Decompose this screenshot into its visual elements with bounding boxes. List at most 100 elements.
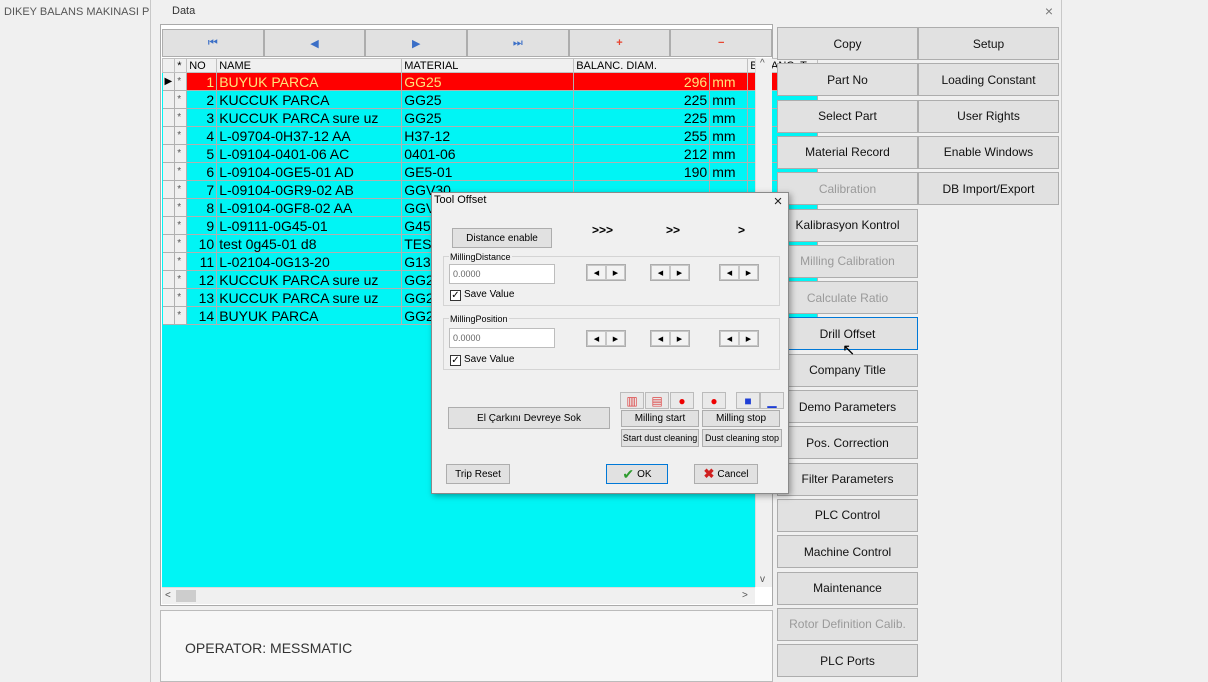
position-spin-medium[interactable]: ◀ ▶ bbox=[650, 330, 690, 347]
right-button-milling-calibration[interactable]: Milling Calibration bbox=[777, 244, 918, 278]
scroll-thumb[interactable] bbox=[176, 590, 196, 602]
milling-position-input[interactable]: 0.0000 bbox=[449, 328, 555, 348]
horizontal-scrollbar[interactable]: < > bbox=[162, 587, 755, 604]
cell-no[interactable]: 11 bbox=[186, 252, 218, 271]
right-button-user-rights[interactable]: User Rights bbox=[918, 99, 1059, 133]
cell-unit[interactable]: mm bbox=[709, 108, 749, 127]
start-dust-cleaning-button[interactable]: Start dust cleaning bbox=[621, 429, 699, 447]
grid-header-diam[interactable]: BALANC. DIAM. bbox=[573, 58, 749, 73]
position-spin-slow[interactable]: ◀ ▶ bbox=[719, 330, 759, 347]
milling-start-button[interactable]: Milling start bbox=[621, 410, 699, 427]
cell-unit[interactable]: mm bbox=[709, 126, 749, 145]
milling-position-save-checkbox[interactable]: ✓ bbox=[450, 355, 461, 366]
window-close-button[interactable]: × bbox=[1040, 2, 1058, 20]
cell-diam[interactable]: 255 bbox=[573, 126, 711, 145]
table-row[interactable]: * 6 L-09104-0GE5-01 AD GE5-01 190 mm bbox=[162, 162, 819, 181]
right-button-plc-control[interactable]: PLC Control bbox=[777, 498, 918, 532]
next-record-button[interactable]: ▶ bbox=[365, 29, 468, 57]
cell-diam[interactable]: 225 bbox=[573, 90, 711, 109]
dust-cleaning-stop-button[interactable]: Dust cleaning stop bbox=[702, 429, 782, 447]
drill-yellow-icon[interactable]: ▤ bbox=[645, 392, 669, 409]
trip-reset-button[interactable]: Trip Reset bbox=[446, 464, 510, 484]
left-arrow-icon[interactable]: ◀ bbox=[587, 265, 606, 280]
blue-line-icon[interactable]: ▁ bbox=[760, 392, 784, 409]
scroll-down-icon[interactable]: v bbox=[760, 574, 765, 585]
cell-material[interactable]: H37-12 bbox=[401, 126, 575, 145]
cell-name[interactable]: KUCCUK PARCA sure uz bbox=[216, 288, 403, 307]
cell-material[interactable]: GE5-01 bbox=[401, 162, 575, 181]
cell-name[interactable]: L-09104-0GE5-01 AD bbox=[216, 162, 403, 181]
table-row[interactable]: * 4 L-09704-0H37-12 AA H37-12 255 mm bbox=[162, 126, 819, 145]
grid-header-no[interactable]: NO bbox=[186, 58, 218, 73]
right-button-setup[interactable]: Setup bbox=[918, 27, 1059, 60]
first-record-button[interactable]: ⏮ bbox=[162, 29, 264, 57]
right-button-maintenance[interactable]: Maintenance bbox=[777, 571, 918, 605]
cell-material[interactable]: GG25 bbox=[401, 108, 575, 127]
right-button-plc-ports[interactable]: PLC Ports bbox=[777, 644, 918, 678]
table-row[interactable]: ▶ * 1 BUYUK PARCA GG25 296 mm bbox=[162, 72, 819, 91]
cell-material[interactable]: 0401-06 bbox=[401, 144, 575, 163]
add-record-button[interactable]: + bbox=[568, 29, 671, 57]
cell-name[interactable]: L-09104-0401-06 AC bbox=[216, 144, 403, 163]
right-button-machine-control[interactable]: Machine Control bbox=[777, 535, 918, 569]
table-row[interactable]: * 3 KUCCUK PARCA sure uz GG25 225 mm bbox=[162, 108, 819, 127]
cell-no[interactable]: 7 bbox=[186, 180, 218, 199]
cell-diam[interactable]: 296 bbox=[573, 72, 711, 91]
grid-header-name[interactable]: NAME bbox=[216, 58, 403, 73]
grid-header-material[interactable]: MATERIAL bbox=[401, 58, 575, 73]
dust-red-icon-2[interactable]: ● bbox=[702, 392, 726, 409]
right-arrow-icon[interactable]: ▶ bbox=[670, 265, 689, 280]
cell-name[interactable]: test 0g45-01 d8 bbox=[216, 234, 403, 253]
cancel-button[interactable]: ✖ Cancel bbox=[694, 464, 758, 484]
right-button-enable-windows[interactable]: Enable Windows bbox=[918, 135, 1059, 169]
distance-enable-button[interactable]: Distance enable bbox=[452, 228, 552, 248]
left-arrow-icon[interactable]: ◀ bbox=[587, 331, 606, 346]
cell-no[interactable]: 1 bbox=[186, 72, 218, 91]
cell-no[interactable]: 3 bbox=[186, 108, 218, 127]
left-arrow-icon[interactable]: ◀ bbox=[720, 265, 739, 280]
cell-unit[interactable]: mm bbox=[709, 90, 749, 109]
cell-no[interactable]: 6 bbox=[186, 162, 218, 181]
milling-distance-input[interactable]: 0.0000 bbox=[449, 264, 555, 284]
table-row[interactable]: * 5 L-09104-0401-06 AC 0401-06 212 mm bbox=[162, 144, 819, 163]
cell-name[interactable]: KUCCUK PARCA bbox=[216, 90, 403, 109]
cell-name[interactable]: L-09704-0H37-12 AA bbox=[216, 126, 403, 145]
right-arrow-icon[interactable]: ▶ bbox=[739, 265, 758, 280]
scroll-left-icon[interactable]: < bbox=[165, 590, 171, 601]
right-button-part-no[interactable]: Part No bbox=[777, 63, 918, 97]
left-arrow-icon[interactable]: ◀ bbox=[651, 331, 670, 346]
right-button-demo-parameters[interactable]: Demo Parameters bbox=[777, 390, 918, 423]
cell-name[interactable]: BUYUK PARCA bbox=[216, 72, 403, 91]
right-button-material-record[interactable]: Material Record bbox=[777, 135, 918, 169]
handwheel-enable-button[interactable]: El Çarkını Devreye Sok bbox=[448, 407, 610, 429]
cell-no[interactable]: 8 bbox=[186, 198, 218, 217]
cell-diam[interactable]: 190 bbox=[573, 162, 711, 181]
right-button-pos-correction[interactable]: Pos. Correction bbox=[777, 426, 918, 460]
scroll-up-icon[interactable]: ^ bbox=[760, 58, 765, 69]
cell-no[interactable]: 9 bbox=[186, 216, 218, 235]
right-arrow-icon[interactable]: ▶ bbox=[739, 331, 758, 346]
prev-record-button[interactable]: ◀ bbox=[263, 29, 366, 57]
right-button-rotor-definition-calib[interactable]: Rotor Definition Calib. bbox=[777, 607, 918, 641]
cell-name[interactable]: BUYUK PARCA bbox=[216, 306, 403, 325]
cell-name[interactable]: L-09104-0GF8-02 AA bbox=[216, 198, 403, 217]
ok-button[interactable]: ✔ OK bbox=[606, 464, 668, 484]
last-record-button[interactable]: ⏭ bbox=[467, 29, 569, 57]
distance-spin-slow[interactable]: ◀ ▶ bbox=[719, 264, 759, 281]
right-button-db-import-export[interactable]: DB Import/Export bbox=[918, 172, 1059, 206]
cell-unit[interactable]: mm bbox=[709, 72, 749, 91]
cell-no[interactable]: 10 bbox=[186, 234, 218, 253]
left-arrow-icon[interactable]: ◀ bbox=[651, 265, 670, 280]
cell-name[interactable]: L-09111-0G45-01 bbox=[216, 216, 403, 235]
right-arrow-icon[interactable]: ▶ bbox=[606, 331, 625, 346]
cell-material[interactable]: GG25 bbox=[401, 90, 575, 109]
cell-name[interactable]: KUCCUK PARCA sure uz bbox=[216, 270, 403, 289]
table-row[interactable]: * 2 KUCCUK PARCA GG25 225 mm bbox=[162, 90, 819, 109]
delete-record-button[interactable]: − bbox=[670, 29, 773, 57]
cell-name[interactable]: L-09104-0GR9-02 AB bbox=[216, 180, 403, 199]
cell-unit[interactable]: mm bbox=[709, 162, 749, 181]
distance-spin-medium[interactable]: ◀ ▶ bbox=[650, 264, 690, 281]
scroll-right-icon[interactable]: > bbox=[742, 590, 748, 601]
cell-no[interactable]: 14 bbox=[186, 306, 218, 325]
right-button-loading-constant[interactable]: Loading Constant bbox=[918, 63, 1059, 97]
